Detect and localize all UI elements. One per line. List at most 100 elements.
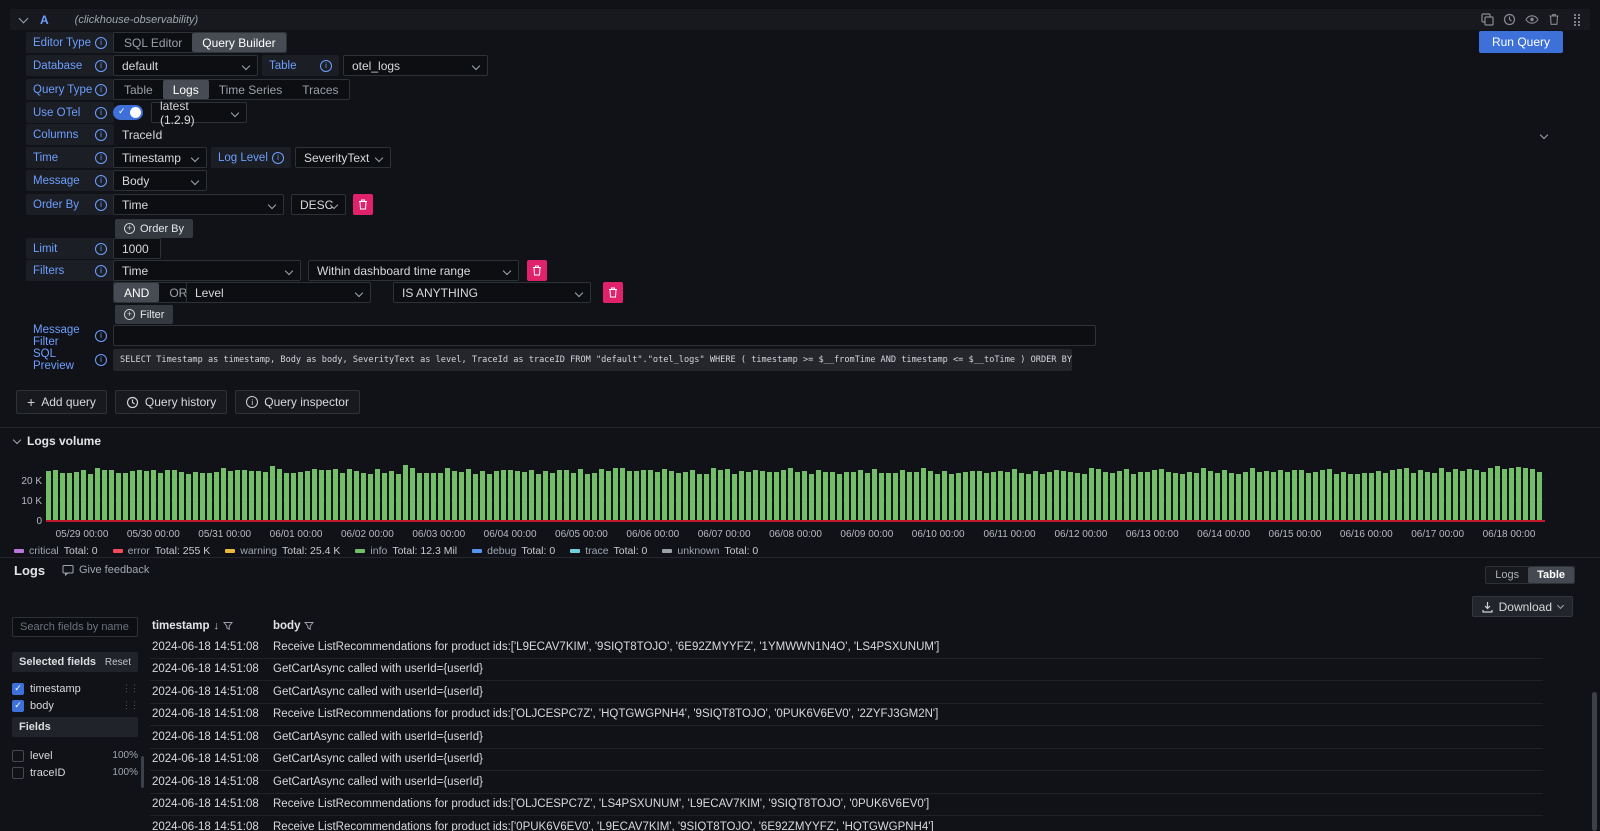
table-row[interactable]: 2024-06-18 14:51:08Receive ListRecommend…: [150, 816, 1543, 831]
legend-item-info[interactable]: infoTotal: 12.3 Mil: [355, 545, 457, 557]
info-icon[interactable]: [95, 199, 107, 211]
query-type-option-timeseries[interactable]: Time Series: [209, 80, 293, 99]
query-type-option-logs[interactable]: Logs: [163, 80, 209, 99]
view-option-table[interactable]: Table: [1528, 567, 1574, 583]
legend-item-trace[interactable]: traceTotal: 0: [570, 545, 647, 557]
query-row-header[interactable]: A (clickhouse-observability): [10, 9, 1590, 30]
selected-field-timestamp[interactable]: timestamp: [12, 681, 138, 696]
table-row[interactable]: 2024-06-18 14:51:08GetCartAsync called w…: [150, 771, 1543, 794]
reset-button[interactable]: Reset: [105, 657, 131, 668]
query-type-option-table[interactable]: Table: [114, 80, 163, 99]
sidebar-scrollbar[interactable]: [141, 756, 144, 788]
add-order-by-button[interactable]: Order By: [115, 219, 193, 238]
editor-type-option-builder[interactable]: Query Builder: [192, 33, 285, 52]
otel-version-select[interactable]: latest (1.2.9): [151, 102, 247, 123]
panel-collapse-chevron-icon[interactable]: [13, 435, 21, 443]
selected-field-body[interactable]: body: [12, 698, 138, 713]
available-field-level[interactable]: level100%: [12, 748, 138, 763]
filter-funnel-icon[interactable]: [304, 621, 314, 631]
info-icon[interactable]: [95, 175, 107, 187]
filter-and-option[interactable]: AND: [114, 283, 159, 302]
table-row[interactable]: 2024-06-18 14:51:08GetCartAsync called w…: [150, 749, 1543, 772]
use-otel-toggle[interactable]: [113, 105, 143, 120]
legend-item-error[interactable]: errorTotal: 255 K: [113, 545, 211, 557]
filter2-column-select[interactable]: Level: [186, 282, 371, 303]
log-level-select[interactable]: SeverityText: [295, 147, 391, 168]
time-column-select[interactable]: Timestamp: [113, 147, 207, 168]
info-icon[interactable]: [95, 129, 107, 141]
available-field-traceID[interactable]: traceID100%: [12, 765, 138, 780]
info-icon[interactable]: [272, 152, 284, 164]
add-query-button[interactable]: +Add query: [16, 390, 107, 414]
search-fields-input[interactable]: [12, 617, 138, 637]
checkbox-unchecked[interactable]: [12, 767, 24, 779]
logs-volume-panel-title[interactable]: Logs volume: [14, 434, 101, 448]
columns-multiselect[interactable]: TraceId: [113, 124, 1556, 145]
checkbox-checked[interactable]: [12, 683, 24, 695]
error-swatch: [113, 549, 123, 553]
timestamp-column-header[interactable]: timestamp: [152, 620, 233, 632]
limit-input[interactable]: 1000: [113, 238, 161, 259]
info-icon[interactable]: [95, 243, 107, 255]
table-row[interactable]: 2024-06-18 14:51:08GetCartAsync called w…: [150, 659, 1543, 682]
table-row[interactable]: 2024-06-18 14:51:08GetCartAsync called w…: [150, 681, 1543, 704]
remove-filter1-button[interactable]: [527, 260, 547, 281]
add-filter-button[interactable]: Filter: [115, 305, 173, 324]
checkbox-unchecked[interactable]: [12, 750, 24, 762]
legend-item-critical[interactable]: criticalTotal: 0: [14, 545, 98, 557]
volume-bar: [760, 471, 765, 520]
order-by-column-select[interactable]: Time: [113, 194, 284, 215]
download-button[interactable]: Download: [1472, 596, 1573, 617]
give-feedback-link[interactable]: Give feedback: [62, 564, 149, 576]
filter2-value-select[interactable]: IS ANYTHING: [393, 282, 591, 303]
info-icon[interactable]: [95, 37, 107, 49]
hide-query-eye-icon[interactable]: [1525, 13, 1539, 26]
info-icon[interactable]: [320, 60, 332, 72]
drag-handle-icon[interactable]: [122, 700, 138, 711]
editor-type-option-sql[interactable]: SQL Editor: [114, 33, 192, 52]
table-row[interactable]: 2024-06-18 14:51:08Receive ListRecommend…: [150, 636, 1543, 659]
filter1-column-select[interactable]: Time: [113, 260, 301, 281]
info-icon[interactable]: [95, 152, 107, 164]
info-icon[interactable]: [95, 107, 107, 119]
filter1-value-select[interactable]: Within dashboard time range: [308, 260, 519, 281]
volume-bar: [1145, 472, 1150, 520]
info-icon[interactable]: [95, 265, 107, 277]
volume-bar: [1502, 469, 1507, 520]
checkbox-checked[interactable]: [12, 700, 24, 712]
filter-funnel-icon[interactable]: [223, 621, 233, 631]
table-row[interactable]: 2024-06-18 14:51:08Receive ListRecommend…: [150, 704, 1543, 727]
drag-handle-icon[interactable]: [1574, 14, 1580, 26]
info-icon[interactable]: [95, 84, 107, 96]
info-icon[interactable]: [95, 354, 107, 366]
logs-volume-chart[interactable]: [46, 455, 1545, 522]
query-history-button[interactable]: Query history: [115, 390, 227, 414]
message-filter-input[interactable]: [113, 325, 1096, 346]
legend-item-warning[interactable]: warningTotal: 25.4 K: [225, 545, 340, 557]
message-column-select[interactable]: Body: [113, 170, 207, 191]
collapse-chevron-icon[interactable]: [19, 13, 29, 23]
table-row[interactable]: 2024-06-18 14:51:08Receive ListRecommend…: [150, 794, 1543, 817]
table-row[interactable]: 2024-06-18 14:51:08GetCartAsync called w…: [150, 726, 1543, 749]
query-history-icon[interactable]: [1503, 13, 1516, 26]
table-select[interactable]: otel_logs: [343, 55, 488, 76]
sql-preview-code[interactable]: SELECT Timestamp as timestamp, Body as b…: [113, 349, 1072, 371]
duplicate-query-icon[interactable]: [1481, 13, 1494, 26]
order-by-direction-select[interactable]: DESC: [291, 194, 346, 215]
legend-item-debug[interactable]: debugTotal: 0: [472, 545, 555, 557]
body-column-header[interactable]: body: [273, 620, 314, 632]
remove-query-trash-icon[interactable]: [1548, 13, 1560, 26]
legend-item-unknown[interactable]: unknownTotal: 0: [662, 545, 758, 557]
info-icon[interactable]: [95, 330, 107, 342]
database-select[interactable]: default: [113, 55, 258, 76]
drag-handle-icon[interactable]: [122, 683, 138, 694]
remove-filter2-button[interactable]: [603, 282, 623, 303]
query-type-option-traces[interactable]: Traces: [292, 80, 348, 99]
remove-order-by-button[interactable]: [353, 194, 373, 215]
sort-desc-icon[interactable]: [214, 620, 220, 632]
view-option-logs[interactable]: Logs: [1486, 567, 1528, 583]
table-scrollbar[interactable]: [1592, 692, 1597, 831]
info-icon[interactable]: [95, 60, 107, 72]
query-inspector-button[interactable]: Query inspector: [235, 390, 360, 414]
run-query-button[interactable]: Run Query: [1479, 31, 1563, 53]
